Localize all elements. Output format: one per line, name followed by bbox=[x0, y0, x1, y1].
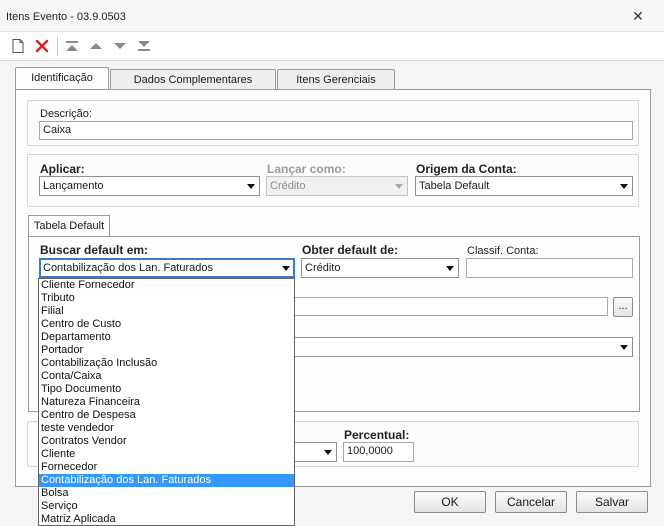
buscar-default-label: Buscar default em: bbox=[40, 243, 149, 257]
obter-default-select[interactable]: Crédito bbox=[301, 258, 459, 278]
bottom-select[interactable] bbox=[290, 442, 337, 462]
save-button[interactable]: Salvar bbox=[576, 491, 648, 513]
descricao-field[interactable]: Caixa bbox=[39, 121, 633, 140]
tab-itens-gerenciais[interactable]: Itens Gerenciais bbox=[277, 69, 395, 91]
dropdown-option[interactable]: Contabilização Inclusão bbox=[39, 357, 294, 370]
dropdown-option[interactable]: Filial bbox=[39, 305, 294, 318]
window-title-bar: Itens Evento - 03.9.0503 ✕ bbox=[0, 0, 664, 32]
dropdown-option[interactable]: Conta/Caixa bbox=[39, 370, 294, 383]
close-window-button[interactable]: ✕ bbox=[630, 8, 646, 24]
origem-conta-select[interactable]: Tabela Default bbox=[415, 176, 633, 196]
dropdown-option[interactable]: Contabilização dos Lan. Faturados bbox=[39, 474, 294, 487]
lancar-como-value: Crédito bbox=[270, 180, 306, 192]
ok-button[interactable]: OK bbox=[414, 491, 486, 513]
dropdown-option[interactable]: Serviço bbox=[39, 500, 294, 513]
move-last-icon[interactable] bbox=[136, 38, 152, 54]
obter-default-value: Crédito bbox=[305, 262, 341, 274]
tab-identificacao[interactable]: Identificação bbox=[15, 67, 109, 91]
chevron-down-icon bbox=[247, 184, 255, 189]
dropdown-option[interactable]: Centro de Despesa bbox=[39, 409, 294, 422]
classif-conta-field[interactable] bbox=[466, 258, 633, 278]
chevron-down-icon bbox=[446, 266, 454, 271]
toolbar-separator bbox=[57, 37, 58, 55]
dropdown-option[interactable]: Fornecedor bbox=[39, 461, 294, 474]
classif-conta-label: Classif. Conta: bbox=[467, 245, 539, 257]
buscar-default-dropdown-list[interactable]: Cliente Fornecedor Tributo Filial Centro de… bbox=[38, 278, 295, 526]
move-up-icon[interactable] bbox=[88, 38, 104, 54]
origem-conta-value: Tabela Default bbox=[419, 180, 490, 192]
move-first-icon[interactable] bbox=[64, 38, 80, 54]
move-down-icon[interactable] bbox=[112, 38, 128, 54]
window-title: Itens Evento - 03.9.0503 bbox=[6, 11, 126, 23]
percentual-field[interactable]: 100,0000 bbox=[343, 442, 414, 462]
buscar-default-value: Contabilização dos Lan. Faturados bbox=[43, 262, 213, 274]
secondary-select[interactable] bbox=[290, 337, 633, 357]
toolbar bbox=[0, 33, 664, 59]
buscar-default-select[interactable]: Contabilização dos Lan. Faturados bbox=[39, 258, 295, 278]
chevron-down-icon bbox=[395, 184, 403, 189]
dropdown-option[interactable]: Natureza Financeira bbox=[39, 396, 294, 409]
tab-tabela-default[interactable]: Tabela Default bbox=[28, 215, 110, 237]
obter-default-label: Obter default de: bbox=[302, 243, 399, 257]
aplicar-label: Aplicar: bbox=[40, 162, 85, 176]
dropdown-option[interactable]: teste vendedor bbox=[39, 422, 294, 435]
aplicar-value: Lançamento bbox=[43, 180, 104, 192]
chevron-down-icon bbox=[324, 450, 332, 455]
chevron-down-icon bbox=[620, 345, 628, 350]
dropdown-option[interactable]: Portador bbox=[39, 344, 294, 357]
dropdown-option[interactable]: Tipo Documento bbox=[39, 383, 294, 396]
dropdown-option[interactable]: Cliente Fornecedor bbox=[39, 279, 294, 292]
dropdown-option[interactable]: Tributo bbox=[39, 292, 294, 305]
percentual-label: Percentual: bbox=[344, 428, 410, 442]
lookup-button[interactable]: ... bbox=[613, 297, 633, 317]
dropdown-option[interactable]: Contratos Vendor bbox=[39, 435, 294, 448]
delete-icon[interactable] bbox=[34, 38, 50, 54]
lancar-como-label: Lançar como: bbox=[267, 162, 346, 176]
dropdown-option[interactable]: Matriz Aplicada bbox=[39, 513, 294, 525]
origem-conta-label: Origem da Conta: bbox=[416, 162, 517, 176]
dropdown-option[interactable]: Cliente bbox=[39, 448, 294, 461]
tab-dados-complementares[interactable]: Dados Complementares bbox=[110, 69, 276, 91]
dropdown-option[interactable]: Departamento bbox=[39, 331, 294, 344]
descricao-label: Descrição: bbox=[40, 108, 92, 120]
lancar-como-select: Crédito bbox=[266, 176, 408, 196]
dropdown-option[interactable]: Centro de Custo bbox=[39, 318, 294, 331]
cancel-button[interactable]: Cancelar bbox=[495, 491, 567, 513]
dropdown-option[interactable]: Bolsa bbox=[39, 487, 294, 500]
new-document-icon[interactable] bbox=[10, 38, 26, 54]
aplicar-select[interactable]: Lançamento bbox=[39, 176, 260, 196]
chevron-down-icon bbox=[282, 266, 290, 271]
chevron-down-icon bbox=[620, 184, 628, 189]
conta-field[interactable] bbox=[290, 297, 608, 316]
